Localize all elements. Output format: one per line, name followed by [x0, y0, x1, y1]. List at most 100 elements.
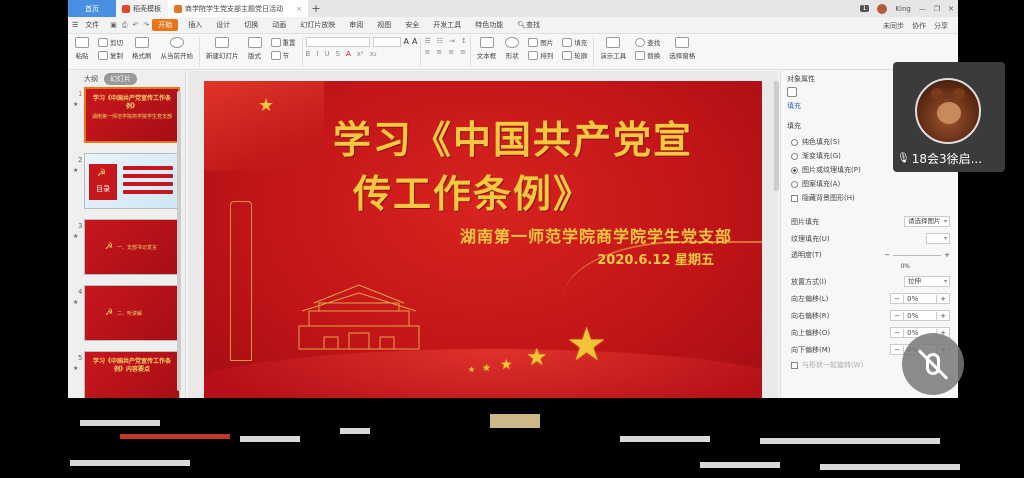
copy-button[interactable]: 复制: [95, 50, 126, 60]
thumbnail-image[interactable]: ☭ 一、支部书记发言: [84, 219, 180, 275]
radio-button[interactable]: [791, 138, 798, 146]
shrink-font-icon[interactable]: A: [412, 37, 417, 47]
offset-right-stepper[interactable]: −0% +: [890, 310, 950, 321]
indent-icon[interactable]: ⇥: [449, 37, 455, 45]
slide-thumbnail-3[interactable]: 3 ★ ☭ 一、支部书记发言: [68, 219, 185, 285]
tab-home[interactable]: 首页: [68, 0, 116, 17]
thumbnail-image[interactable]: 学习《中国共产党宣传工作条例》内容要点: [84, 351, 180, 398]
thumbnail-image[interactable]: 学习《中国共产党宣传工作条例》 湖南第一师范学院商学院学生党支部: [84, 87, 180, 143]
thumbnail-image[interactable]: ☭ 目录: [84, 153, 180, 209]
slide-date[interactable]: 2020.6.12 星期五: [597, 249, 714, 268]
menu-item-9[interactable]: 开发工具: [426, 17, 468, 34]
new-slide-button[interactable]: 新建幻灯片: [203, 37, 242, 60]
presenter-tools-button[interactable]: 演示工具: [597, 37, 629, 60]
font-name-select[interactable]: [305, 37, 370, 47]
menu-item-1[interactable]: 插入: [181, 17, 209, 34]
texture-select[interactable]: [926, 233, 950, 244]
mute-microphone-button[interactable]: [902, 333, 964, 395]
thumbnail-image[interactable]: ☭ 二、听讲解: [84, 285, 180, 341]
menu-item-5[interactable]: 幻灯片放映: [293, 17, 342, 34]
menu-item-6[interactable]: 审阅: [342, 17, 370, 34]
align-left-icon[interactable]: ≡: [424, 48, 430, 56]
video-participant-tile[interactable]: 🎙︎ 18会3徐启...: [893, 62, 1005, 172]
menu-item-0[interactable]: 开始: [152, 19, 179, 31]
selection-pane-button[interactable]: 选择窗格: [666, 37, 698, 60]
tab-outline[interactable]: 大纲: [84, 74, 98, 84]
slides-scrollbar[interactable]: [177, 91, 181, 391]
radio-button[interactable]: [791, 166, 798, 174]
from-current-button[interactable]: 从当前开始: [158, 37, 197, 60]
save-icon[interactable]: ▣: [110, 21, 117, 30]
fill-section-title[interactable]: 填充: [787, 121, 801, 131]
line-spacing-icon[interactable]: ↕: [461, 37, 467, 45]
replace-button[interactable]: 替换: [632, 50, 663, 60]
section-button[interactable]: 节: [268, 50, 299, 60]
slide-title-line1[interactable]: 学习《中国共产党宣: [204, 109, 762, 164]
placement-select[interactable]: 拉伸: [904, 276, 950, 287]
offset-left-stepper[interactable]: −0% +: [890, 293, 950, 304]
subscript-icon[interactable]: x₂: [370, 50, 377, 58]
cut-button[interactable]: 剪切: [95, 37, 126, 47]
slide-thumbnail-4[interactable]: 4 ★ ☭ 二、听讲解: [68, 285, 185, 351]
new-tab-button[interactable]: +: [308, 2, 324, 15]
layout-button[interactable]: 版式: [245, 37, 265, 60]
font-size-select[interactable]: [372, 37, 401, 47]
menu-item-2[interactable]: 设计: [209, 17, 237, 34]
share-button[interactable]: 分享: [934, 21, 948, 31]
checkbox[interactable]: [791, 194, 798, 202]
italic-icon[interactable]: I: [316, 50, 318, 58]
slide-thumbnail-1[interactable]: 1 ★ 学习《中国共产党宣传工作条例》 湖南第一师范学院商学院学生党支部: [68, 87, 185, 153]
bold-icon[interactable]: B: [306, 50, 311, 58]
close-tab-icon[interactable]: ×: [296, 5, 302, 13]
menu-item-3[interactable]: 切换: [237, 17, 265, 34]
slide-title-line2[interactable]: 传工作条例》: [204, 163, 762, 218]
reset-button[interactable]: 重置: [268, 37, 299, 47]
notification-badge[interactable]: 1: [859, 5, 870, 12]
grow-font-icon[interactable]: A: [404, 37, 409, 47]
canvas-scrollbar[interactable]: [774, 81, 779, 191]
underline-icon[interactable]: U: [324, 50, 329, 58]
user-avatar[interactable]: [877, 3, 888, 14]
align-center-icon[interactable]: ≡: [436, 48, 442, 56]
shape-button[interactable]: 形状: [502, 37, 522, 60]
tab-current-doc[interactable]: 商学院学生党支部主题党日活动 ×: [168, 0, 308, 17]
checkbox[interactable]: [791, 361, 798, 369]
align-right-icon[interactable]: ≡: [448, 48, 454, 56]
sync-status[interactable]: 未同步: [883, 21, 904, 31]
transparency-slider[interactable]: [893, 254, 942, 256]
user-name[interactable]: King: [895, 5, 910, 13]
menu-item-7[interactable]: 视图: [370, 17, 398, 34]
current-slide[interactable]: ★ 学习《中国共产党宣 传工作条例》 湖南第一师范学院商学院学生党支部 2020…: [204, 81, 762, 398]
paste-button[interactable]: 粘贴: [72, 37, 92, 60]
print-icon[interactable]: ⎙: [122, 21, 128, 30]
hide-background-checkbox[interactable]: 隐藏背景图形(H): [781, 191, 958, 205]
tab-docer[interactable]: 稻壳模板: [116, 0, 168, 17]
slide-thumbnail-2[interactable]: 2 ★ ☭ 目录: [68, 153, 185, 219]
justify-icon[interactable]: ≡: [460, 48, 466, 56]
plus-icon[interactable]: +: [944, 251, 950, 259]
close-icon[interactable]: ✕: [948, 5, 954, 13]
collaborate-button[interactable]: 协作: [912, 21, 926, 31]
radio-button[interactable]: [791, 152, 798, 160]
slide-subtitle[interactable]: 湖南第一师范学院商学院学生党支部: [460, 223, 732, 247]
outline-button[interactable]: 轮廓: [559, 50, 590, 60]
tab-slides[interactable]: 幻灯片: [104, 73, 137, 85]
slide-thumbnail-5[interactable]: 5 ★ 学习《中国共产党宣传工作条例》内容要点: [68, 351, 185, 398]
picture-button[interactable]: 图片: [525, 37, 556, 47]
fill-button[interactable]: 填充: [559, 37, 590, 47]
redo-icon[interactable]: ↷: [143, 21, 149, 30]
numbering-icon[interactable]: ☷: [437, 37, 443, 45]
menu-item-10[interactable]: 特色功能: [468, 17, 510, 34]
menu-item-4[interactable]: 动画: [265, 17, 293, 34]
arrange-button[interactable]: 排列: [525, 50, 556, 60]
picture-fill-select[interactable]: 请选择图片: [904, 216, 950, 227]
menu-file[interactable]: 文件: [78, 17, 106, 34]
restore-icon[interactable]: ❐: [934, 5, 940, 13]
strikethrough-icon[interactable]: S: [336, 50, 340, 58]
format-painter-button[interactable]: 格式刷: [129, 37, 155, 60]
textbox-button[interactable]: 文本框: [474, 37, 500, 60]
font-color-icon[interactable]: A: [346, 50, 351, 58]
radio-pattern-fill[interactable]: 图案填充(A): [781, 177, 958, 191]
minus-icon[interactable]: −: [884, 251, 890, 259]
bullets-icon[interactable]: ☰: [424, 37, 430, 45]
